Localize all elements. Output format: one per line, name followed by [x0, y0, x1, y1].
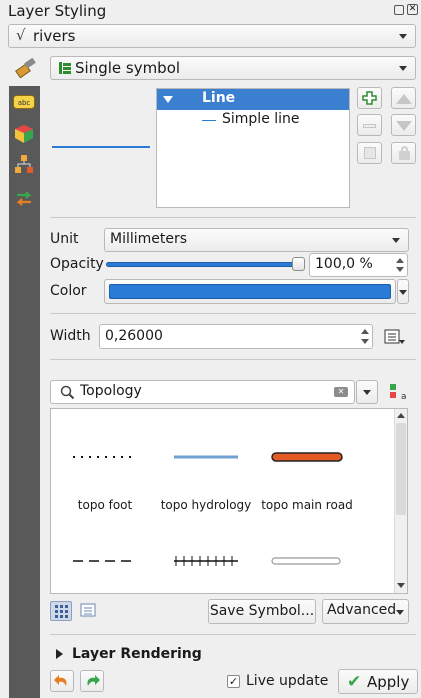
width-spinbox[interactable]: 0,26000 — [99, 324, 373, 349]
width-value: 0,26000 — [105, 328, 163, 344]
clear-icon[interactable]: ✕ — [334, 387, 348, 397]
symbol-preview-dashed[interactable] — [71, 553, 135, 569]
symbol-name: topo main road — [261, 498, 353, 512]
arrow-down-icon — [396, 121, 412, 131]
line-layer-icon: √ — [16, 26, 26, 44]
icon-view-button[interactable] — [50, 601, 72, 621]
opacity-slider-handle[interactable] — [292, 257, 305, 271]
panel-title: Layer Styling — [8, 2, 107, 20]
tree-item-line[interactable]: Line — [157, 89, 349, 110]
expand-arrow-icon[interactable] — [163, 96, 173, 103]
search-value: Topology — [80, 383, 142, 399]
paint-brush-icon[interactable] — [14, 57, 38, 79]
diagrams-icon[interactable] — [13, 153, 35, 175]
scroll-down-icon[interactable] — [397, 583, 405, 588]
add-symbol-layer-button[interactable] — [357, 87, 382, 109]
arrow-up-icon — [396, 94, 412, 104]
unit-select-value: Millimeters — [110, 231, 188, 247]
single-symbol-icon — [59, 61, 71, 75]
opacity-spinbox[interactable]: 100,0 % — [309, 253, 408, 277]
chevron-down-icon — [396, 609, 404, 615]
layer-select-value: rivers — [33, 27, 76, 45]
tree-item-simple-line[interactable]: Simple line — [157, 110, 349, 131]
divider — [50, 217, 416, 218]
divider — [50, 359, 416, 360]
symbol-preview-topo-main-road[interactable] — [270, 449, 344, 465]
chevron-down-icon — [399, 66, 407, 71]
move-up-button[interactable] — [391, 87, 416, 109]
advanced-label: Advanced — [327, 602, 397, 618]
color-label: Color — [50, 283, 87, 299]
symbol-list[interactable]: topo foot topo hydrology topo main road — [50, 408, 408, 594]
opacity-slider-track[interactable] — [106, 262, 302, 267]
close-icon[interactable]: ✕ — [407, 4, 418, 15]
chevron-down-icon — [363, 390, 371, 395]
unit-select[interactable]: Millimeters — [104, 228, 409, 252]
opacity-value: 100,0 % — [315, 256, 373, 272]
divider — [50, 313, 416, 314]
color-menu-button[interactable] — [397, 279, 409, 304]
checkmark-icon: ✔ — [347, 672, 362, 692]
chevron-down-icon — [392, 238, 400, 243]
sidebar — [9, 86, 40, 698]
move-down-button[interactable] — [391, 114, 416, 136]
3d-view-icon[interactable] — [13, 123, 35, 145]
chevron-down-icon — [399, 34, 407, 39]
duplicate-symbol-layer-button[interactable] — [357, 142, 382, 164]
save-symbol-button[interactable]: Save Symbol... — [208, 599, 316, 624]
symbol-preview-ticks[interactable] — [172, 553, 240, 569]
unit-label: Unit — [50, 231, 79, 247]
advanced-button[interactable]: Advanced — [322, 599, 409, 624]
style-manager-icon[interactable]: a — [387, 382, 409, 402]
search-history-button[interactable] — [356, 380, 378, 404]
opacity-stepper[interactable] — [393, 254, 407, 276]
width-label: Width — [50, 328, 91, 344]
live-update-checkbox[interactable]: ✓ — [227, 675, 240, 688]
svg-text:a: a — [401, 392, 407, 402]
apply-label: Apply — [367, 673, 410, 691]
scrollbar-thumb[interactable] — [396, 423, 406, 515]
layer-select[interactable]: √ rivers — [8, 24, 416, 48]
minus-icon — [363, 124, 376, 128]
symbol-preview — [52, 146, 150, 148]
tree-item-line-label: Line — [202, 90, 236, 106]
float-icon[interactable] — [394, 5, 404, 15]
apply-button[interactable]: ✔ Apply — [338, 669, 418, 694]
symbol-list-scrollbar[interactable] — [394, 409, 407, 593]
live-update-label[interactable]: Live update — [246, 673, 328, 689]
search-icon — [60, 385, 75, 404]
opacity-label: Opacity — [50, 256, 104, 272]
color-button[interactable] — [104, 279, 396, 304]
line-symbol-icon — [202, 120, 216, 121]
labels-icon[interactable]: abc — [13, 94, 35, 116]
symbol-preview-topo-foot[interactable] — [71, 449, 135, 465]
undo-button[interactable] — [50, 670, 74, 692]
scroll-up-icon[interactable] — [397, 413, 405, 418]
chevron-down-icon — [399, 289, 407, 295]
redo-button[interactable] — [80, 670, 104, 692]
symbol-preview-topo-hydrology[interactable] — [172, 449, 240, 465]
color-swatch — [109, 284, 391, 299]
divider — [50, 634, 416, 635]
renderer-select-value: Single symbol — [75, 59, 181, 77]
renderer-select[interactable]: Single symbol — [50, 56, 416, 80]
save-symbol-label: Save Symbol... — [209, 603, 315, 619]
width-stepper[interactable] — [358, 325, 372, 348]
tree-item-simple-line-label: Simple line — [222, 111, 300, 127]
collapse-arrow-icon[interactable] — [56, 649, 63, 659]
lock-layer-button[interactable] — [391, 142, 416, 164]
layer-rendering-label[interactable]: Layer Rendering — [72, 646, 202, 662]
lock-shackle — [401, 146, 408, 153]
svg-text:abc: abc — [18, 99, 31, 107]
remove-symbol-layer-button[interactable] — [357, 114, 382, 136]
list-view-button[interactable] — [78, 601, 98, 621]
symbol-preview-double[interactable] — [270, 553, 344, 569]
symbol-search-input[interactable]: Topology ✕ — [50, 380, 355, 404]
symbol-tree[interactable]: Line Simple line — [156, 88, 350, 208]
duplicate-icon — [364, 147, 376, 159]
data-defined-override-icon[interactable] — [383, 327, 407, 347]
history-icon[interactable] — [13, 187, 35, 209]
